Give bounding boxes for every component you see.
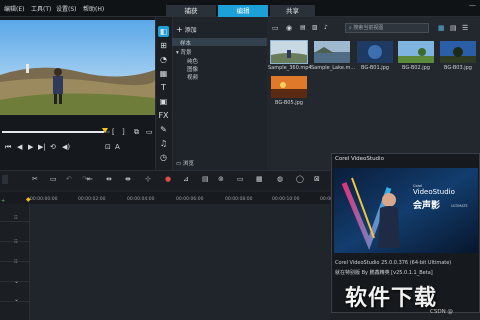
search-icon: ⌕ [349, 25, 352, 31]
split-icon[interactable]: ⧉ [134, 128, 139, 137]
smart-package-icon[interactable]: ▭ [50, 175, 57, 183]
audio-filter-icon[interactable]: ♪ [324, 24, 328, 31]
chevron-down-icon[interactable]: ⌄ [14, 296, 19, 303]
tab-capture[interactable]: 捕获 [166, 5, 216, 17]
menu-settings[interactable]: 设置(S) [56, 4, 77, 13]
multicam-icon[interactable]: ▦ [256, 175, 263, 183]
media-label-bgb01: BG-B01.jpg [361, 65, 389, 71]
path-icon[interactable]: ✎ [158, 124, 169, 135]
ruler-tick: 00:00:04:00 [127, 197, 155, 202]
split-clip-icon[interactable]: ⇹ [106, 175, 112, 183]
ruler-tick: 00:00:10:00 [272, 197, 300, 202]
media-label-bgb05: BG-B05.jpg [275, 100, 303, 106]
media-thumb-bgb01[interactable] [357, 41, 393, 63]
fx-icon[interactable]: FX [158, 110, 169, 121]
ruler-tick: 00:00:06:00 [176, 197, 204, 202]
transition-icon[interactable]: ◔ [158, 54, 169, 65]
media-label-sample360: Sample_360.mp4 [268, 65, 312, 71]
play-icon[interactable]: ▶ [28, 143, 33, 151]
timeline-view-toggle[interactable] [2, 175, 8, 184]
import-folder-icon[interactable]: ▭ [272, 24, 279, 32]
menu-edit[interactable]: 编辑(E) [4, 4, 24, 13]
photo-filter-icon[interactable]: ▨ [312, 24, 318, 31]
mix-icon[interactable]: ⊿ [183, 175, 189, 183]
fit-icon[interactable]: ⇼ [125, 175, 131, 183]
tab-share[interactable]: 共享 [270, 5, 315, 17]
ruler-tick: 00:00:00:00 [30, 197, 58, 202]
media-thumb-bgb03[interactable] [440, 41, 476, 63]
audio-icon[interactable]: ♫ [158, 138, 169, 149]
menu-tools[interactable]: 工具(T) [31, 4, 51, 13]
about-product-cn: 会声影 [413, 201, 441, 211]
window-minimize-icon[interactable]: — [469, 1, 476, 9]
browse-button[interactable]: ▭ 浏览 [176, 159, 194, 167]
tree-item-video[interactable]: 视频 [187, 73, 198, 81]
media-thumb-bgb02[interactable] [398, 41, 434, 63]
title-icon[interactable]: ▦ [158, 68, 169, 79]
instant-project-icon[interactable]: ⊞ [158, 40, 169, 51]
tree-item-solid[interactable]: 纯色 [187, 57, 198, 65]
credit-text: CSDN @ [430, 309, 453, 315]
scrub-progress [2, 131, 104, 133]
list-view-icon[interactable]: ▦ [438, 24, 445, 32]
tree-item-image[interactable]: 图像 [187, 65, 198, 73]
text-icon[interactable]: T [158, 82, 169, 93]
snap-icon[interactable]: ⊠ [314, 175, 320, 183]
tree-item-background[interactable]: ▾ 背景 [176, 48, 192, 56]
sort-icon[interactable]: ☰ [462, 24, 468, 32]
graphics-icon[interactable]: ▣ [158, 96, 169, 107]
about-splash-art [334, 168, 478, 253]
about-dialog-title: Corel VideoStudio [335, 156, 384, 162]
mark-out-bracket-icon[interactable]: ] [122, 128, 125, 136]
media-thumb-sample360[interactable] [270, 40, 308, 64]
repeat-icon[interactable]: ⟲ [50, 143, 56, 151]
timer-icon[interactable]: ◷ [158, 152, 169, 163]
text-overlay-icon[interactable]: A [115, 143, 120, 151]
media-label-bgb02: BG-B02.jpg [402, 65, 430, 71]
menu-help[interactable]: 帮助(H) [83, 4, 104, 13]
add-folder-button[interactable]: + 添加 [176, 25, 197, 34]
record-icon[interactable]: ◉ [286, 24, 292, 32]
search-input[interactable]: ⌕ 搜索当前视图 [345, 23, 429, 33]
motion-track-icon[interactable]: ⊚ [218, 175, 224, 183]
mask-icon[interactable]: ◍ [277, 175, 283, 183]
video-filter-icon[interactable]: ▤ [300, 24, 306, 31]
about-edition: ULTIMATE [451, 204, 468, 208]
track-options-icon[interactable]: ⁝⁝ [14, 214, 18, 221]
volume-icon[interactable]: ◀) [62, 143, 70, 151]
subtitle-icon[interactable]: ▭ [237, 175, 244, 183]
record-audio-icon[interactable]: ● [165, 175, 171, 183]
about-product-name: VideoStudio [413, 188, 455, 196]
step-forward-icon[interactable]: ▶| [38, 143, 46, 151]
rewind-icon[interactable]: ◀ [17, 143, 22, 151]
tools-icon[interactable]: ✂ [32, 175, 38, 183]
scrub-handle[interactable] [102, 128, 108, 133]
undo-icon[interactable]: ↶ [66, 175, 72, 183]
snapshot-icon[interactable]: ⊡ [105, 143, 111, 151]
ruler-tick: 00:00:02:00 [78, 197, 106, 202]
tree-item-samples[interactable]: 样本 [180, 39, 191, 47]
chat-icon[interactable]: ◯ [296, 175, 304, 183]
timeline-tracks[interactable] [30, 204, 330, 320]
watermark-text: 软件下载 [345, 286, 438, 311]
media-label-bgb03: BG-B03.jpg [444, 65, 472, 71]
mark-in-bracket-icon[interactable]: [ [112, 128, 115, 136]
grid-view-icon[interactable]: ▤ [450, 24, 457, 32]
media-thumb-samplelake[interactable] [314, 41, 350, 63]
plus-icon: + [176, 25, 183, 34]
media-thumb-bgb05[interactable] [271, 76, 307, 98]
video-preview[interactable] [0, 20, 155, 115]
about-build-text: 就在特别版 By 鹏鑫精英 [v25.0.1.1_Beta] [335, 270, 433, 276]
aspect-icon[interactable]: ▭ [146, 128, 153, 136]
track-manager-icon[interactable]: ⇤ [87, 175, 93, 183]
auto-music-icon[interactable]: ▤ [202, 175, 209, 183]
tab-edit[interactable]: 编辑 [218, 5, 268, 17]
media-icon[interactable]: ◧ [158, 26, 169, 37]
prev-icon[interactable]: ⏮ [5, 143, 11, 152]
media-label-samplelake: Sample_Lake.m... [311, 65, 356, 71]
mark-icon[interactable]: ⊹ [145, 175, 151, 183]
ruler-tick: 00:00:08:00 [225, 197, 253, 202]
about-version-text: Corel VideoStudio 25.0.0.376 (64-bit Ult… [335, 260, 452, 266]
